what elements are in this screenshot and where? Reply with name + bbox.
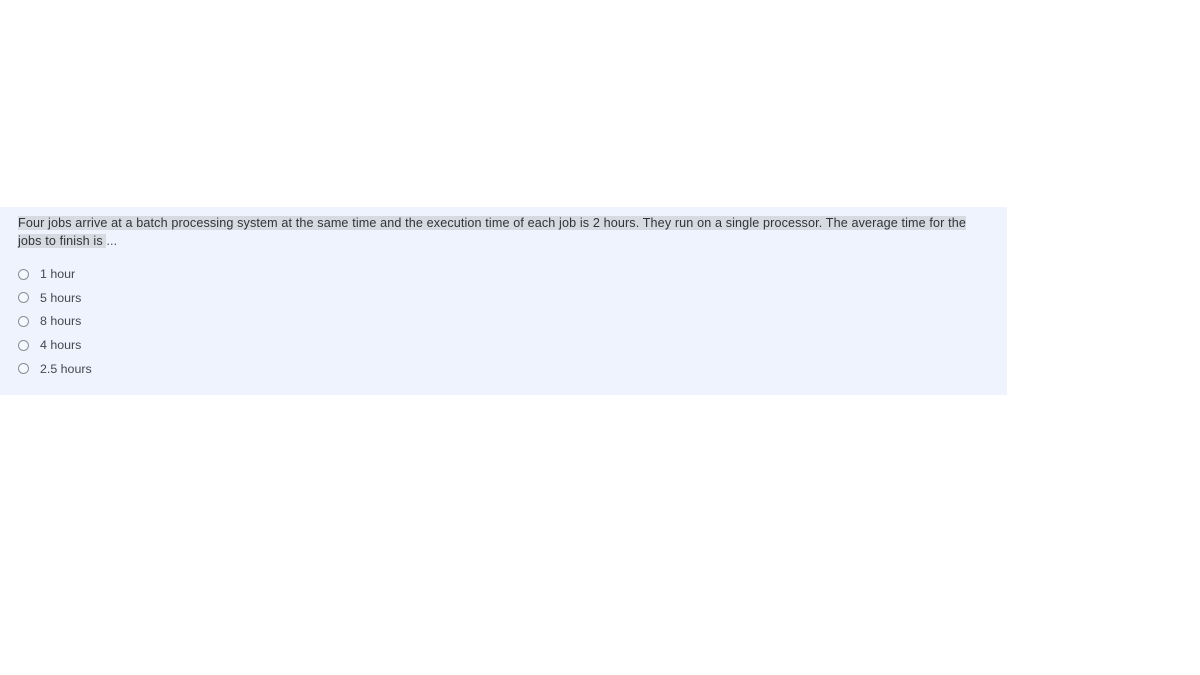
radio-unchecked-icon[interactable] [18,363,29,375]
answer-option-row[interactable]: 1 hour [18,262,993,286]
radio-unchecked-icon[interactable] [18,268,29,280]
page-root: Four jobs arrive at a batch processing s… [0,0,1200,675]
answer-option-label: 8 hours [40,314,82,329]
answer-option-label: 5 hours [40,290,82,305]
radio-unchecked-icon[interactable] [18,339,29,351]
answer-option-row[interactable]: 4 hours [18,333,993,357]
answer-options-list: 1 hour 5 hours 8 hours 4 hours 2.5 hours [18,262,993,380]
answer-option-label: 1 hour [40,267,76,282]
answer-option-label: 4 hours [40,338,82,353]
answer-option-row[interactable]: 2.5 hours [18,357,993,381]
question-text: Four jobs arrive at a batch processing s… [18,215,993,250]
radio-unchecked-icon[interactable] [18,292,29,304]
answer-option-label: 2.5 hours [40,361,92,376]
question-trailing-text: ... [106,233,118,248]
radio-unchecked-icon[interactable] [18,315,29,327]
answer-option-row[interactable]: 5 hours [18,286,993,310]
answer-option-row[interactable]: 8 hours [18,310,993,334]
question-card: Four jobs arrive at a batch processing s… [0,207,1007,395]
question-selected-text: Four jobs arrive at a batch processing s… [18,216,966,248]
